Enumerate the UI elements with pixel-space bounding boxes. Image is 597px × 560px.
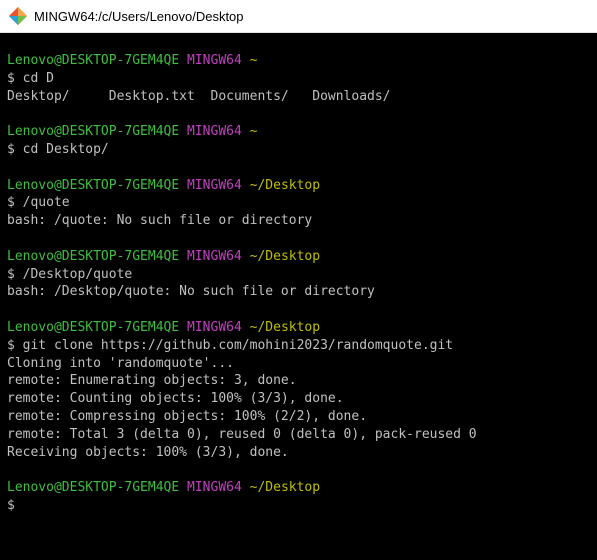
prompt-shell: MINGW64	[187, 124, 242, 140]
prompt-line: Lenovo@DESKTOP-7GEM4QE MINGW64 ~	[7, 123, 597, 141]
output-line: remote: Compressing objects: 100% (2/2),…	[7, 408, 368, 424]
prompt-shell: MINGW64	[187, 177, 242, 193]
prompt-user-host: Lenovo@DESKTOP-7GEM4QE	[7, 319, 180, 335]
command-line: $	[7, 497, 15, 513]
output-line: Receiving objects: 100% (3/3), done.	[7, 444, 289, 460]
command-line: $ cd Desktop/	[7, 141, 109, 157]
prompt-line: Lenovo@DESKTOP-7GEM4QE MINGW64 ~/Desktop	[7, 319, 597, 337]
prompt-user-host: Lenovo@DESKTOP-7GEM4QE	[7, 248, 180, 264]
command-line: $ /Desktop/quote	[7, 266, 133, 282]
prompt-shell: MINGW64	[187, 248, 242, 264]
output-line: remote: Total 3 (delta 0), reused 0 (del…	[7, 426, 477, 442]
prompt-line: Lenovo@DESKTOP-7GEM4QE MINGW64 ~/Desktop	[7, 479, 597, 497]
prompt-user-host: Lenovo@DESKTOP-7GEM4QE	[7, 53, 180, 68]
prompt-user-host: Lenovo@DESKTOP-7GEM4QE	[7, 177, 180, 193]
command-line: $ cd D	[7, 70, 54, 86]
git-bash-icon	[8, 6, 28, 26]
prompt-line: Lenovo@DESKTOP-7GEM4QE MINGW64 ~/Desktop	[7, 248, 597, 266]
prompt-path: ~	[249, 124, 258, 140]
window-title: MINGW64:/c/Users/Lenovo/Desktop	[34, 8, 244, 24]
output-line: Desktop/ Desktop.txt Documents/ Download…	[7, 88, 391, 104]
prompt-path: ~	[249, 53, 258, 68]
prompt-line: Lenovo@DESKTOP-7GEM4QE MINGW64 ~	[7, 52, 597, 70]
prompt-path: ~/Desktop	[249, 319, 321, 335]
output-line: Cloning into 'randomquote'...	[7, 355, 234, 371]
command-line: $ /quote	[7, 195, 70, 211]
prompt-path: ~/Desktop	[249, 248, 321, 264]
prompt-user-host: Lenovo@DESKTOP-7GEM4QE	[7, 480, 180, 496]
prompt-shell: MINGW64	[187, 53, 242, 68]
command-line: $ git clone https://github.com/mohini202…	[7, 337, 454, 353]
title-bar[interactable]: MINGW64:/c/Users/Lenovo/Desktop	[0, 0, 597, 33]
output-line: bash: /Desktop/quote: No such file or di…	[7, 284, 375, 300]
output-line: remote: Counting objects: 100% (3/3), do…	[7, 391, 344, 407]
prompt-path: ~/Desktop	[249, 480, 321, 496]
prompt-line: Lenovo@DESKTOP-7GEM4QE MINGW64 ~/Desktop	[7, 177, 597, 195]
prompt-shell: MINGW64	[187, 480, 242, 496]
prompt-shell: MINGW64	[187, 319, 242, 335]
output-line: bash: /quote: No such file or directory	[7, 213, 313, 229]
prompt-user-host: Lenovo@DESKTOP-7GEM4QE	[7, 124, 180, 140]
prompt-path: ~/Desktop	[249, 177, 321, 193]
terminal-output[interactable]: Lenovo@DESKTOP-7GEM4QE MINGW64 ~ $ cd D De…	[0, 33, 597, 560]
terminal-window: MINGW64:/c/Users/Lenovo/Desktop Lenovo@D…	[0, 0, 597, 560]
output-line: remote: Enumerating objects: 3, done.	[7, 373, 297, 389]
